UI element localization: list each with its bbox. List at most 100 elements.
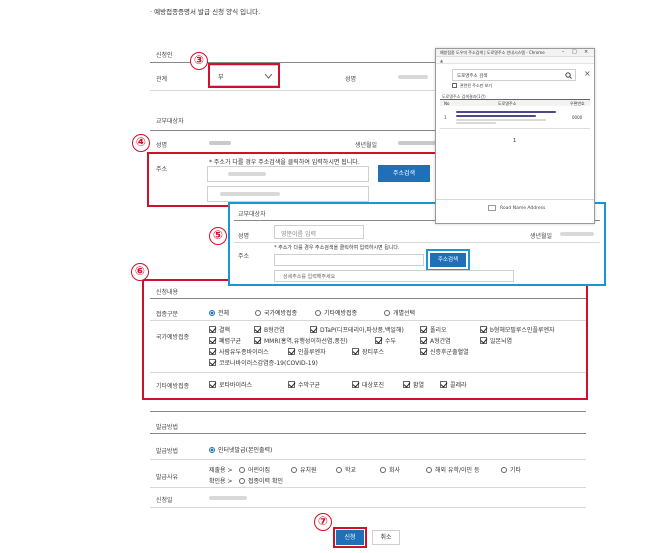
- category-option-other[interactable]: 기타예방접종: [315, 308, 357, 317]
- category-label: 접종구분: [156, 311, 179, 318]
- divider: [150, 298, 586, 299]
- national-item[interactable]: 결핵: [209, 325, 230, 334]
- radio: [315, 310, 321, 316]
- national-item[interactable]: 폴리오: [420, 325, 447, 334]
- marker-4: ④: [132, 134, 150, 152]
- checkbox: [452, 83, 457, 88]
- checkbox-checked: [254, 337, 261, 344]
- other-item[interactable]: 황열: [403, 380, 424, 389]
- expanded-birth-value: [560, 232, 594, 236]
- expanded-address-input[interactable]: [274, 254, 424, 266]
- intro-text: · 예방접종증명서 발급 신청 양식 입니다.: [150, 8, 261, 16]
- radio: [426, 467, 432, 473]
- reason-confirm-prefix: 확인용 >: [209, 478, 233, 485]
- radio: [501, 467, 507, 473]
- reason-option[interactable]: 접종이력 확인: [239, 476, 283, 485]
- divider: [150, 320, 586, 321]
- popup-clear-icon[interactable]: ×: [584, 69, 591, 78]
- popup-titlebar: 예방접종 도우미 주소검색 | 도로명주소 안내시스템 - Chrome – □…: [436, 49, 594, 57]
- radio: [380, 467, 386, 473]
- applicant-name-value: [398, 75, 428, 79]
- applicant-section-title: 신청인: [156, 52, 173, 59]
- divider: [150, 487, 586, 488]
- search-icon[interactable]: [565, 72, 572, 79]
- expanded-address-note: * 주소가 다를 경우 주소검색을 클릭하여 입력하시면 됩니다.: [274, 245, 400, 251]
- checkbox-checked: [375, 337, 382, 344]
- method-option-internet[interactable]: 인터넷발급(본인출력): [209, 445, 272, 454]
- expanded-name-input[interactable]: 영문이름 입력: [274, 225, 364, 239]
- popup-row-address: [456, 115, 536, 117]
- marker-3-highlight: [208, 63, 280, 88]
- divider: [150, 507, 586, 508]
- checkbox-checked: [209, 348, 216, 355]
- radio: [255, 310, 261, 316]
- reason-option[interactable]: 어린이집: [239, 465, 270, 474]
- divider: [150, 459, 586, 460]
- divider: [150, 372, 586, 373]
- relation-label: 관계: [156, 76, 168, 83]
- national-item[interactable]: MMR(홍역,유행성이하선염,풍진): [254, 336, 348, 345]
- other-item[interactable]: 로타바이러스: [209, 380, 252, 389]
- checkbox-checked: [352, 381, 359, 388]
- national-item[interactable]: 수두: [375, 336, 396, 345]
- national-item[interactable]: 신증후군출혈열: [420, 347, 469, 356]
- radio: [291, 467, 297, 473]
- checkbox-checked: [209, 337, 216, 344]
- divider: [436, 199, 594, 200]
- reason-option[interactable]: 해외 유학/이민 등: [426, 465, 479, 474]
- recipient-birth-label: 생년월일: [355, 142, 378, 149]
- radio-selected: [209, 447, 215, 453]
- expanded-section-title: 교부대상자: [238, 211, 266, 218]
- expanded-detail-input[interactable]: 상세주소를 입력해주세요: [274, 270, 514, 282]
- national-item[interactable]: DTaP(디프테리아,파상풍,백일해): [310, 325, 404, 334]
- national-item[interactable]: 인플루엔자: [288, 347, 326, 356]
- radio-selected: [209, 310, 215, 316]
- category-option-individual[interactable]: 개별선택: [384, 308, 415, 317]
- national-item[interactable]: b형헤모필루스인플루엔자: [480, 325, 555, 334]
- national-item[interactable]: 코로나바이러스감염증-19(COVID-19): [209, 358, 318, 367]
- road-sign-icon: [488, 205, 496, 211]
- popup-page-number[interactable]: 1: [513, 138, 516, 144]
- marker-4-highlight: [147, 152, 439, 207]
- reason-option[interactable]: 유치원: [291, 465, 317, 474]
- divider: [234, 242, 600, 243]
- close-icon[interactable]: ×: [584, 49, 588, 55]
- popup-search-input[interactable]: 도로명주소 검색: [452, 69, 576, 81]
- reason-option[interactable]: 기타: [501, 465, 521, 474]
- divider: [150, 433, 586, 434]
- national-item[interactable]: 장티푸스: [352, 347, 384, 356]
- popup-urlbar[interactable]: ▲: [436, 57, 594, 64]
- reason-option[interactable]: 학교: [336, 465, 356, 474]
- expanded-search-button[interactable]: 주소검색: [430, 253, 466, 267]
- address-search-popup: 예방접종 도우미 주소검색 | 도로명주소 안내시스템 - Chrome – □…: [435, 48, 595, 224]
- popup-search-value: 도로명주소 검색: [457, 74, 488, 79]
- other-item[interactable]: 수막구균: [288, 380, 320, 389]
- national-item[interactable]: 폐렴구균: [209, 336, 241, 345]
- national-item[interactable]: B형간염: [254, 325, 285, 334]
- minimize-icon[interactable]: –: [562, 49, 565, 55]
- submit-button[interactable]: 신청: [336, 530, 364, 545]
- category-option-national[interactable]: 국가예방접종: [255, 308, 297, 317]
- national-item[interactable]: A형간염: [420, 336, 451, 345]
- popup-row-address: [456, 122, 496, 124]
- date-value: [209, 496, 247, 500]
- category-option-all[interactable]: 전체: [209, 308, 229, 317]
- maximize-icon[interactable]: □: [572, 49, 577, 55]
- other-item[interactable]: 콜레라: [440, 380, 467, 389]
- other-label: 기타예방접종: [156, 383, 190, 390]
- popup-title: 예방접종 도우미 주소검색 | 도로명주소 안내시스템 - Chrome: [440, 50, 545, 55]
- reason-option[interactable]: 회사: [380, 465, 400, 474]
- radio: [336, 467, 342, 473]
- checkbox-checked: [420, 337, 427, 344]
- expanded-address-label: 주소: [238, 253, 250, 260]
- checkbox-checked: [209, 381, 216, 388]
- checkbox-checked: [480, 337, 487, 344]
- marker-6: ⑥: [131, 263, 149, 281]
- radio: [239, 478, 245, 484]
- popup-result-row[interactable]: 1 0000: [440, 107, 590, 129]
- national-item[interactable]: 일본뇌염: [480, 336, 512, 345]
- cancel-button[interactable]: 취소: [372, 530, 400, 545]
- national-item[interactable]: 사람유두종바이러스: [209, 347, 269, 356]
- other-item[interactable]: 대상포진: [352, 380, 384, 389]
- popup-related-option[interactable]: 관련된 주소만 보기: [452, 83, 492, 89]
